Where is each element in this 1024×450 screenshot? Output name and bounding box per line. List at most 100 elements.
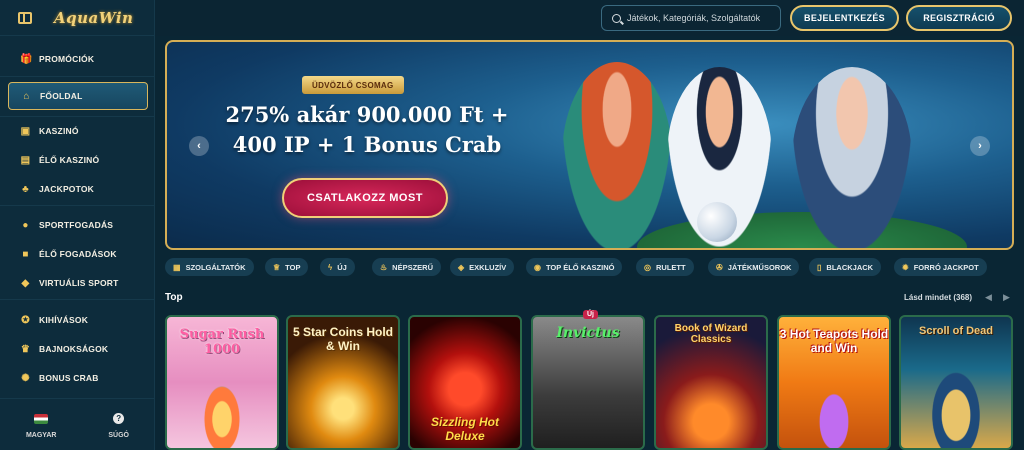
tab-popular[interactable]: ♨ NÉPSZERŰ [372, 258, 442, 276]
tab-label: EXKLUZÍV [469, 262, 507, 272]
top-bar: Játékok, Kategóriák, Szolgáltatók BEJELE… [155, 0, 1024, 36]
game-title: Scroll of Dead [919, 325, 993, 337]
login-button[interactable]: BEJELENTKEZÉS [790, 5, 899, 31]
tab-hot-jackpot[interactable]: ✹ FORRÓ JACKPOT [894, 258, 987, 276]
sidebar-toggle-icon[interactable] [18, 11, 32, 24]
tab-game-shows[interactable]: ✇ JÁTÉKMŰSOROK [708, 258, 800, 276]
game-tile[interactable]: Sizzling Hot Deluxe [408, 315, 522, 450]
tab-label: SZOLGÁLTATÓK [185, 262, 246, 272]
search-placeholder: Játékok, Kategóriák, Szolgáltatók [627, 13, 761, 23]
game-tile[interactable]: Scroll of Dead [899, 315, 1013, 450]
sidebar-item-label: JACKPOTOK [39, 184, 95, 194]
ball-icon: ● [22, 219, 29, 231]
sidebar-item-label: VIRTUÁLIS SPORT [39, 278, 119, 288]
help-icon: ? [113, 413, 125, 424]
tab-top[interactable]: ♕ TOP [265, 258, 309, 276]
banner-prev-button[interactable]: ‹ [189, 136, 209, 156]
sidebar-item-bonus-crab[interactable]: ✺ BONUS CRAB [8, 364, 148, 392]
sidebar-item-challenges[interactable]: ✪ KIHÍVÁSOK [8, 306, 148, 334]
clover-icon: ♣ [22, 183, 29, 195]
game-tile[interactable]: Book of Wizard Classics [654, 315, 768, 450]
sidebar: AquaWin 🎁 PROMÓCIÓK ⌂ FŐOLDAL ▣ KASZINÓ … [0, 0, 155, 450]
sidebar-item-label: KASZINÓ [39, 126, 79, 136]
sidebar-item-virtual-sport[interactable]: ◆ VIRTUÁLIS SPORT [8, 269, 148, 297]
pearl-art [697, 202, 737, 242]
chip-icon: ◉ [534, 262, 541, 272]
new-game-badge: Új [583, 310, 598, 319]
slot-machine-icon: ▣ [20, 125, 31, 137]
tab-label: RULETT [655, 262, 686, 272]
promo-banner[interactable]: ÜDVÖZLŐ CSOMAG 275% akár 900.000 Ft + 40… [165, 40, 1014, 250]
home-icon: ⌂ [23, 90, 30, 102]
game-title: Invictus [556, 325, 620, 341]
gift-icon: 🎁 [20, 53, 33, 65]
banner-badge: ÜDVÖZLŐ CSOMAG [302, 76, 404, 94]
sidebar-item-label: BAJNOKSÁGOK [39, 344, 109, 354]
sidebar-header: AquaWin [0, 0, 154, 36]
mermaid-art [562, 62, 672, 248]
game-tile[interactable]: Sugar Rush 1000 [165, 315, 279, 450]
help-label: SÚGÓ [108, 432, 130, 439]
search-icon [612, 13, 621, 23]
tab-blackjack[interactable]: ▯ BLACKJACK [809, 258, 882, 276]
trophy-icon: ♛ [20, 343, 31, 355]
live-bet-icon: ■ [22, 248, 29, 260]
sidebar-item-live-betting[interactable]: ■ ÉLŐ FOGADÁSOK [8, 240, 148, 268]
hot-icon: ✹ [902, 262, 909, 272]
live-card-icon: ▤ [20, 154, 31, 166]
sidebar-item-live-casino[interactable]: ▤ ÉLŐ KASZINÓ [8, 146, 148, 174]
sidebar-item-label: ÉLŐ FOGADÁSOK [39, 249, 117, 259]
sea-queen-art [792, 67, 912, 248]
language-selector[interactable]: MAGYAR [25, 413, 57, 439]
game-title: Book of Wizard Classics [674, 323, 748, 345]
lightning-icon: ϟ [328, 262, 333, 272]
roulette-icon: ◎ [644, 262, 651, 272]
virtual-sport-icon: ◆ [21, 277, 30, 289]
logo[interactable]: AquaWin [54, 9, 133, 27]
banner-next-button[interactable]: › [970, 136, 990, 156]
tab-label: BLACKJACK [826, 262, 874, 272]
chevron-left-icon: ‹ [197, 140, 201, 152]
flame-icon: ♨ [380, 262, 388, 272]
sidebar-item-label: FŐOLDAL [40, 91, 83, 101]
search-input[interactable]: Játékok, Kategóriák, Szolgáltatók [601, 5, 781, 31]
sidebar-item-promotions[interactable]: 🎁 PROMÓCIÓK [8, 45, 148, 73]
sidebar-item-jackpots[interactable]: ♣ JACKPOTOK [8, 175, 148, 203]
tab-new[interactable]: ϟ ÚJ [320, 258, 355, 276]
game-tile[interactable]: Invictus [531, 315, 645, 450]
sidebar-item-tournaments[interactable]: ♛ BAJNOKSÁGOK [8, 335, 148, 363]
tab-providers[interactable]: ▦ SZOLGÁLTATÓK [165, 258, 254, 276]
tab-roulette[interactable]: ◎ RULETT [636, 258, 694, 276]
sidebar-item-casino[interactable]: ▣ KASZINÓ [8, 117, 148, 145]
register-button[interactable]: REGISZTRÁCIÓ [906, 5, 1012, 31]
gem-icon: ◈ [458, 262, 465, 272]
tab-label: JÁTÉKMŰSOROK [727, 262, 792, 272]
crown-icon: ♕ [273, 262, 281, 272]
game-title: Sugar Rush 1000 [179, 327, 265, 357]
tab-label: ÚJ [337, 262, 347, 272]
see-all-link[interactable]: Lásd mindet (368) [904, 293, 972, 302]
sidebar-item-sports-betting[interactable]: ● SPORTFOGADÁS [8, 211, 148, 239]
providers-icon: ▦ [173, 262, 181, 272]
crab-icon: ✺ [21, 372, 30, 384]
join-now-button[interactable]: CSATLAKOZZ MOST [282, 178, 448, 218]
cards-icon: ▯ [817, 262, 822, 272]
language-label: MAGYAR [25, 431, 57, 439]
game-title: 5 Star Coins Hold & Win [292, 325, 393, 353]
medal-icon: ✪ [21, 314, 30, 326]
hungary-flag-icon [34, 413, 49, 424]
help-button[interactable]: ? SÚGÓ [108, 413, 129, 439]
chevron-right-icon[interactable]: ▶ [1003, 292, 1010, 303]
chevron-left-icon[interactable]: ◀ [985, 292, 992, 303]
sidebar-item-label: ÉLŐ KASZINÓ [39, 155, 100, 165]
sidebar-item-label: BONUS CRAB [39, 373, 99, 383]
game-tile[interactable]: 5 Star Coins Hold & Win [286, 315, 400, 450]
game-tile[interactable]: 3 Hot Teapots Hold and Win [777, 315, 891, 450]
sidebar-item-label: KIHÍVÁSOK [39, 315, 89, 325]
chevron-right-icon: › [978, 140, 982, 152]
sidebar-item-home[interactable]: ⌂ FŐOLDAL [8, 82, 148, 110]
sidebar-item-label: SPORTFOGADÁS [39, 220, 114, 230]
tab-label: TOP ÉLŐ KASZINÓ [545, 262, 615, 272]
tab-top-live-casino[interactable]: ◉ TOP ÉLŐ KASZINÓ [526, 258, 623, 276]
tab-exclusive[interactable]: ◈ EXKLUZÍV [450, 258, 515, 276]
